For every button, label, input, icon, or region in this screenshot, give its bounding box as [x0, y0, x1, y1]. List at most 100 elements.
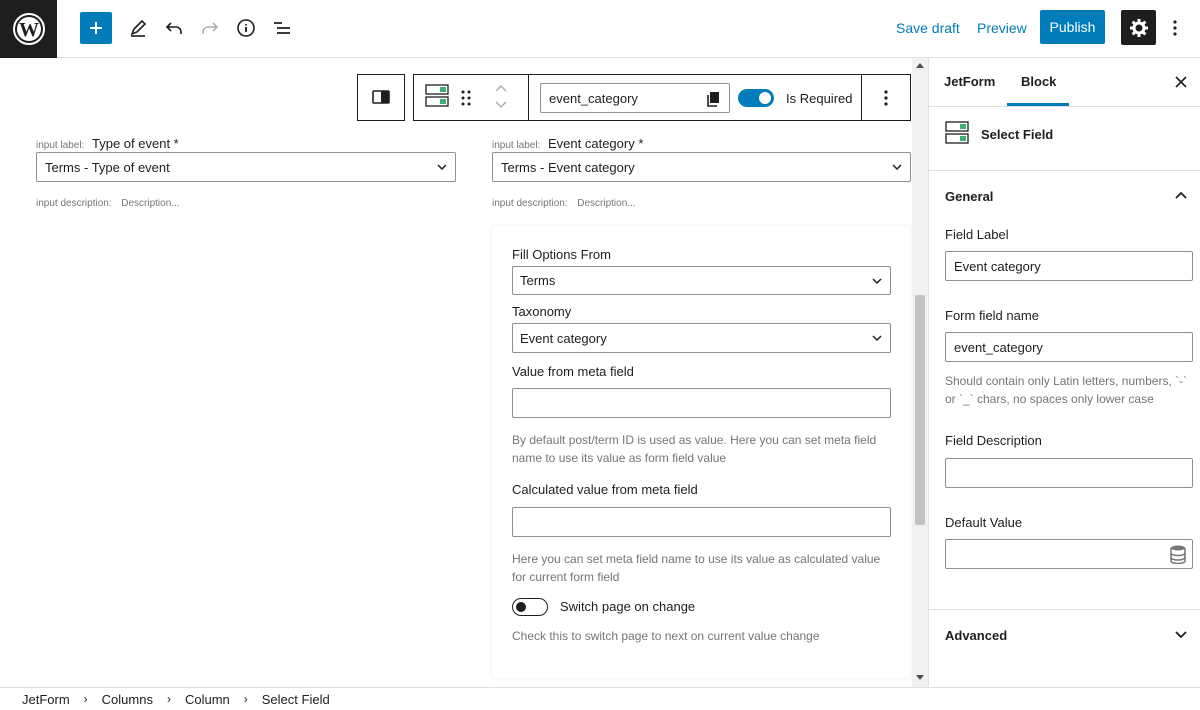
input-description-prefix: input description: — [36, 198, 112, 209]
type-of-event-select[interactable]: Terms - Type of event — [36, 152, 456, 182]
preview-link[interactable]: Preview — [977, 20, 1027, 36]
taxonomy-select[interactable]: Event category — [512, 323, 891, 353]
calc-value-input[interactable] — [512, 507, 891, 537]
settings-sidebar: JetForm Block Select Field General Field… — [928, 58, 1200, 687]
field-label-text[interactable]: Event category * — [548, 136, 643, 151]
svg-text:W: W — [19, 19, 39, 41]
form-field-name-input[interactable]: event_category — [945, 332, 1193, 362]
block-name: Select Field — [981, 127, 1054, 142]
scroll-up-icon[interactable] — [916, 62, 924, 68]
switch-page-help: Check this to switch page to next on cur… — [512, 629, 820, 643]
select-value: Event category — [520, 330, 607, 346]
divider — [929, 170, 1200, 171]
input-value: event_category — [954, 339, 1043, 355]
field-settings-panel: Fill Options From Terms Taxonomy Event c… — [492, 226, 910, 678]
breadcrumb-item-columns[interactable]: Columns — [102, 692, 153, 707]
plus-icon — [90, 22, 102, 34]
divider — [929, 106, 1200, 107]
list-view-icon[interactable] — [269, 15, 295, 41]
move-down-icon[interactable] — [494, 100, 508, 110]
wordpress-logo-icon[interactable]: W — [0, 0, 57, 58]
undo-icon[interactable] — [161, 15, 187, 41]
fill-options-label: Fill Options From — [512, 247, 611, 262]
is-required-label: Is Required — [786, 91, 853, 106]
editor-scrollbar[interactable] — [912, 58, 928, 687]
default-value-label: Default Value — [945, 515, 1023, 530]
field-description-row: input description: Description... — [492, 194, 636, 209]
chevron-down-icon — [872, 278, 882, 285]
calc-value-label: Calculated value from meta field — [512, 482, 698, 497]
tab-block[interactable]: Block — [1021, 74, 1056, 89]
general-panel-title[interactable]: General — [945, 189, 993, 204]
field-name-input[interactable]: event_category — [540, 83, 730, 113]
select-field-icon[interactable] — [425, 84, 449, 108]
breadcrumb-item-column[interactable]: Column — [185, 692, 230, 707]
field-label-label: Field Label — [945, 227, 1009, 242]
breadcrumb: JetForm › Columns › Column › Select Fiel… — [0, 687, 1200, 710]
editor-canvas: event_category Is Required input label: … — [0, 58, 912, 687]
description-placeholder[interactable]: Description... — [121, 198, 179, 209]
options-menu-icon[interactable] — [1162, 15, 1188, 41]
scrollbar-thumb[interactable] — [915, 295, 925, 525]
is-required-toggle[interactable] — [738, 89, 774, 107]
block-toolbar: event_category Is Required — [413, 74, 911, 121]
select-value: Terms - Type of event — [45, 159, 170, 175]
meta-value-label: Value from meta field — [512, 364, 634, 379]
field-label-input[interactable]: Event category — [945, 251, 1193, 281]
fill-options-select[interactable]: Terms — [512, 266, 891, 295]
advanced-panel-title[interactable]: Advanced — [945, 628, 1007, 643]
field-description-row: input description: Description... — [36, 194, 180, 209]
input-description-prefix: input description: — [492, 198, 568, 209]
field-label-row: input label: Event category * — [492, 136, 643, 151]
event-category-select[interactable]: Terms - Event category — [492, 152, 911, 182]
chevron-down-icon[interactable] — [1175, 631, 1187, 639]
select-field-icon — [945, 121, 969, 144]
toolbar-divider — [861, 74, 862, 121]
parent-block-button[interactable] — [357, 74, 405, 121]
calc-value-help: Here you can set meta field name to use … — [512, 552, 881, 584]
input-label-prefix: input label: — [492, 140, 541, 151]
database-icon[interactable] — [1170, 545, 1186, 564]
chevron-down-icon — [892, 164, 902, 171]
toolbar-divider — [528, 74, 529, 121]
publish-button[interactable]: Publish — [1040, 10, 1105, 44]
block-options-icon[interactable] — [883, 89, 889, 107]
toggle-knob — [516, 602, 526, 612]
input-value: Event category — [954, 258, 1041, 274]
scroll-down-icon[interactable] — [916, 675, 924, 681]
description-placeholder[interactable]: Description... — [577, 198, 635, 209]
field-description-input[interactable] — [945, 458, 1193, 488]
pencil-icon[interactable] — [125, 15, 151, 41]
switch-page-toggle[interactable] — [512, 598, 548, 616]
breadcrumb-item-select-field: Select Field — [261, 691, 330, 707]
chevron-down-icon — [437, 164, 447, 171]
breadcrumb-item-jetform[interactable]: JetForm — [22, 692, 70, 707]
default-value-input[interactable] — [945, 539, 1193, 569]
select-value: Terms - Event category — [501, 159, 635, 175]
settings-button[interactable] — [1121, 10, 1156, 45]
input-label-prefix: input label: — [36, 140, 85, 151]
drag-handle-icon[interactable] — [460, 89, 472, 107]
switch-page-label: Switch page on change — [560, 599, 696, 614]
divider — [929, 609, 1200, 610]
chevron-right-icon: › — [83, 692, 88, 706]
meta-value-help: By default post/term ID is used as value… — [512, 433, 877, 465]
chevron-right-icon: › — [166, 692, 171, 706]
field-label-row: input label: Type of event * — [36, 136, 179, 151]
meta-value-input[interactable] — [512, 388, 891, 418]
redo-icon[interactable] — [197, 15, 223, 41]
columns-icon — [372, 90, 390, 104]
field-name-value: event_category — [549, 90, 638, 106]
tab-jetform[interactable]: JetForm — [944, 74, 995, 89]
info-icon[interactable] — [233, 15, 259, 41]
move-up-icon[interactable] — [494, 83, 508, 93]
form-field-name-label: Form field name — [945, 308, 1039, 323]
chevron-up-icon[interactable] — [1175, 191, 1187, 199]
chevron-right-icon: › — [243, 692, 248, 706]
save-draft-link[interactable]: Save draft — [896, 20, 960, 36]
toggle-knob — [759, 92, 771, 104]
field-label-text[interactable]: Type of event * — [92, 136, 179, 151]
copy-icon[interactable] — [706, 91, 720, 107]
add-block-button[interactable] — [80, 12, 112, 44]
close-icon[interactable] — [1175, 76, 1187, 88]
